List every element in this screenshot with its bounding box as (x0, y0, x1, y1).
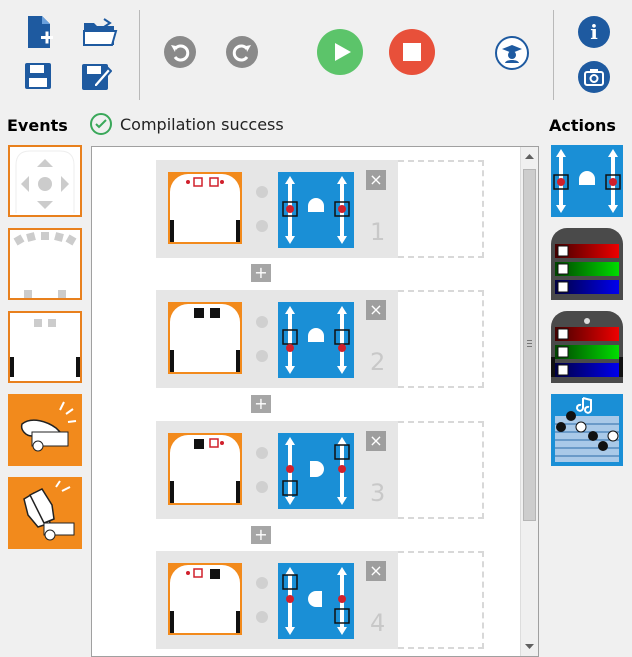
scroll-up-icon[interactable] (521, 149, 538, 163)
screenshot-button[interactable] (578, 61, 610, 93)
add-pair-button[interactable]: + (251, 395, 271, 413)
event-action-pair: × 2 (156, 290, 484, 388)
toolbar-separator (553, 10, 554, 100)
toolbar-separator (139, 10, 140, 100)
run-button[interactable] (317, 29, 363, 75)
event-action-pair: × 3 (156, 421, 484, 519)
event-prox-ground[interactable] (8, 311, 82, 383)
delete-pair-button[interactable]: × (366, 170, 386, 190)
event-card-buttons[interactable] (168, 433, 242, 505)
event-action-pair: × 4 (156, 551, 484, 649)
robot-top-view (170, 565, 240, 633)
save-button[interactable] (20, 58, 56, 94)
advanced-mode-button[interactable] (495, 36, 529, 70)
graduate-icon (502, 45, 522, 63)
condition-dot (256, 447, 268, 459)
robot-top-view (170, 435, 240, 503)
save-as-button[interactable] (78, 58, 114, 94)
new-file-icon (28, 16, 53, 48)
new-file-button[interactable] (22, 12, 58, 52)
event-card-buttons[interactable] (168, 172, 242, 244)
status-text: Compilation success (120, 114, 284, 134)
play-icon (335, 43, 351, 61)
stop-icon (403, 43, 421, 61)
vertical-scrollbar[interactable] (520, 147, 538, 656)
buttons-event-icon (15, 150, 75, 213)
open-folder-icon (83, 18, 118, 46)
undo-button[interactable] (164, 36, 196, 68)
delete-pair-button[interactable]: × (366, 561, 386, 581)
action-card-motors[interactable] (278, 563, 354, 639)
action-card-motors[interactable] (278, 433, 354, 509)
action-card-motors[interactable] (278, 172, 354, 248)
toolbar: i (0, 0, 632, 108)
delete-pair-button[interactable]: × (366, 431, 386, 451)
bottom-color-action-icon (551, 318, 623, 377)
condition-dot (256, 186, 268, 198)
camera-icon (584, 69, 604, 86)
empty-action-slot[interactable] (398, 290, 484, 388)
pair-number: 4 (370, 609, 386, 637)
undo-icon (171, 44, 190, 62)
prox-ground-event-icon (10, 319, 80, 377)
save-as-icon (82, 64, 112, 90)
scrollbar-thumb[interactable] (523, 169, 536, 521)
music-action-icon (555, 397, 619, 462)
action-motors[interactable] (551, 145, 623, 217)
motors-action-icon (553, 149, 621, 213)
info-icon: i (590, 20, 598, 44)
action-bottom-color[interactable] (551, 311, 623, 383)
stop-button[interactable] (389, 29, 435, 75)
top-color-action-icon (555, 244, 619, 294)
action-top-color[interactable] (551, 228, 623, 300)
action-card-motors[interactable] (278, 302, 354, 378)
action-music[interactable] (551, 394, 623, 466)
empty-action-slot[interactable] (398, 551, 484, 649)
redo-button[interactable] (226, 36, 258, 68)
delete-pair-button[interactable]: × (366, 300, 386, 320)
success-check-icon (90, 113, 112, 135)
events-title: Events (7, 116, 68, 135)
event-card-buttons[interactable] (168, 302, 242, 374)
clap-event-icon (23, 480, 75, 541)
event-prox-front[interactable] (8, 228, 82, 300)
redo-icon (232, 44, 251, 62)
event-card-buttons[interactable] (168, 563, 242, 635)
condition-dot (256, 577, 268, 589)
pair-number: 3 (370, 479, 386, 507)
robot-top-view (170, 304, 240, 372)
tap-event-icon (20, 401, 77, 452)
condition-dot (256, 350, 268, 362)
program-canvas[interactable]: × 1 + × 2 + × 3 + × 4 (91, 146, 539, 657)
condition-dot (256, 220, 268, 232)
event-clap[interactable] (8, 477, 82, 549)
info-button[interactable]: i (578, 16, 610, 48)
empty-action-slot[interactable] (398, 160, 484, 258)
scroll-down-icon[interactable] (521, 640, 538, 654)
event-buttons[interactable] (8, 145, 82, 217)
add-pair-button[interactable]: + (251, 264, 271, 282)
condition-dot (256, 611, 268, 623)
condition-dot (256, 481, 268, 493)
pair-number: 1 (370, 218, 386, 246)
event-action-pair: × 1 (156, 160, 484, 258)
prox-front-event-icon (13, 232, 77, 298)
empty-action-slot[interactable] (398, 421, 484, 519)
open-file-button[interactable] (80, 12, 120, 52)
condition-dot (256, 316, 268, 328)
actions-title: Actions (549, 116, 616, 135)
pair-number: 2 (370, 348, 386, 376)
event-tap[interactable] (8, 394, 82, 466)
add-pair-button[interactable]: + (251, 526, 271, 544)
compilation-status: Compilation success (90, 113, 284, 135)
save-icon (25, 63, 51, 89)
robot-top-view (170, 174, 240, 242)
